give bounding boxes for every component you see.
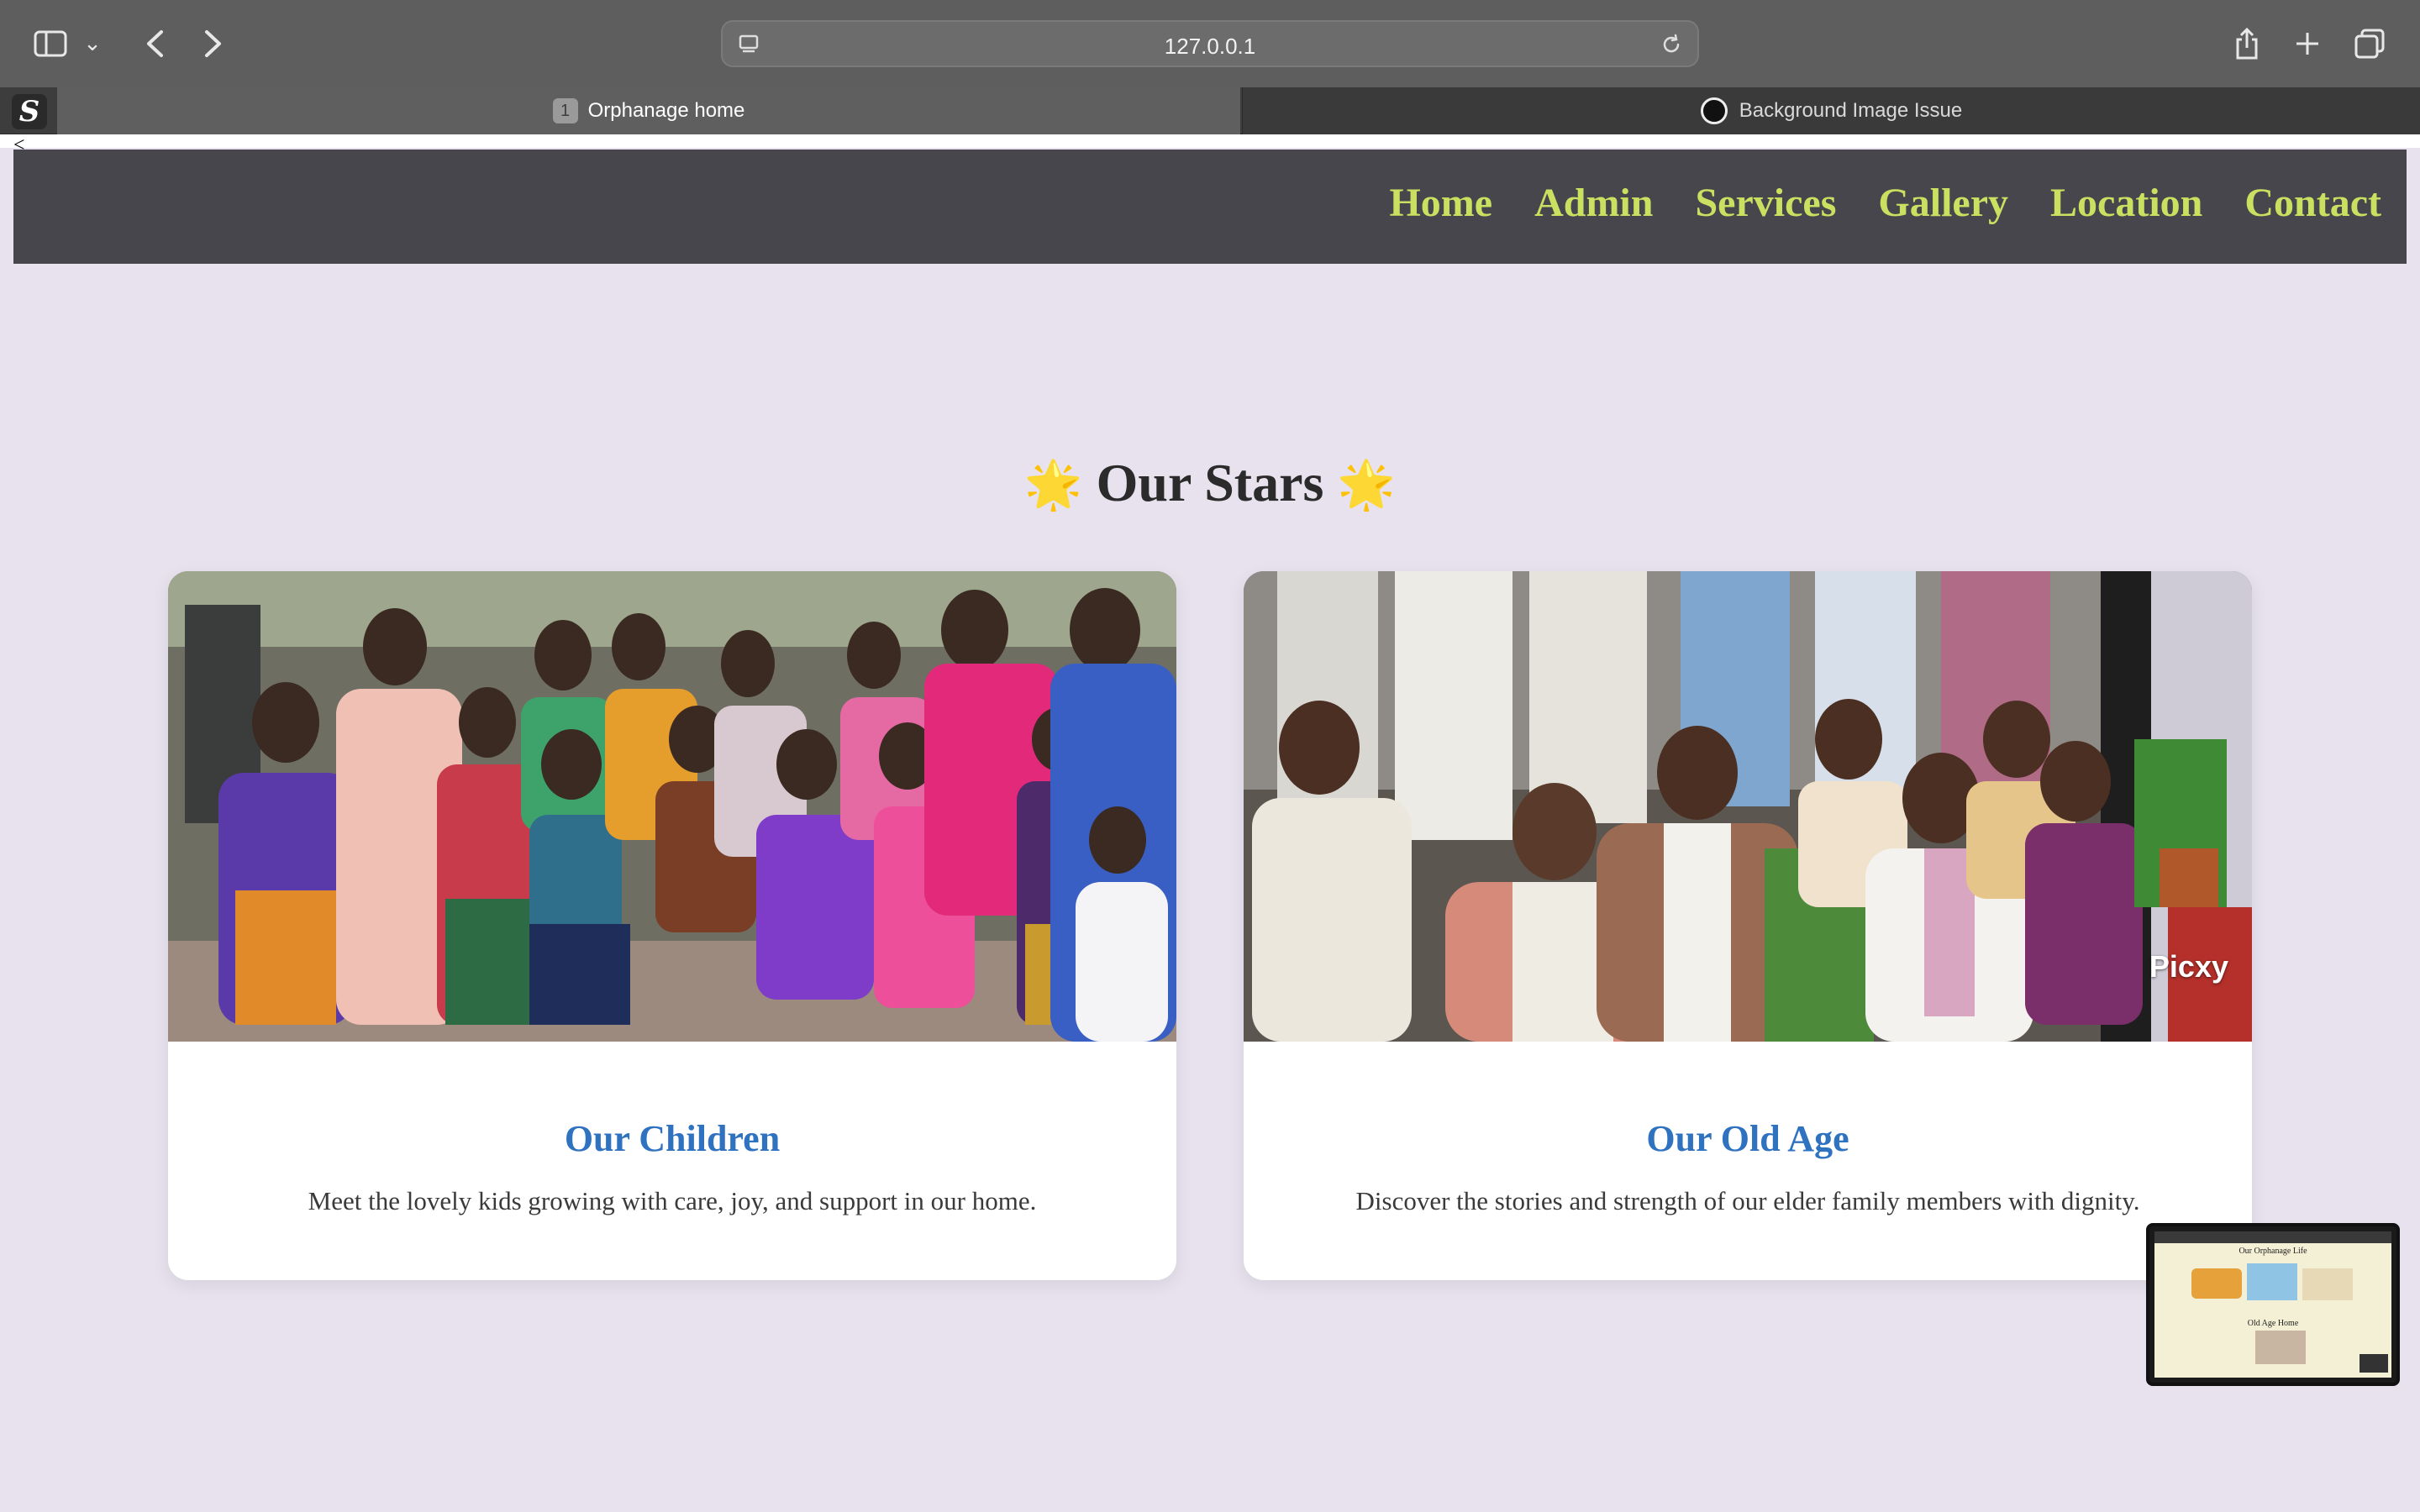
section-title-text: Our Stars (1096, 453, 1324, 512)
card-title[interactable]: Our Children (168, 1117, 1176, 1160)
thumbnail-navbar (2154, 1231, 2391, 1243)
card-description: Discover the stories and strength of our… (1355, 1186, 2140, 1215)
share-icon[interactable] (2223, 20, 2270, 67)
photo-watermark: Picxy (2149, 949, 2228, 984)
card-description: Meet the lovely kids growing with care, … (308, 1186, 1037, 1215)
sidebar-toggle-icon[interactable] (27, 20, 74, 67)
site-navbar: Home Admin Services Gallery Location Con… (13, 150, 2407, 264)
top-strip (0, 134, 2420, 148)
thumbnail-preview: Our Orphanage Life Old Age Home (2154, 1231, 2391, 1378)
forward-arrow-icon[interactable] (190, 20, 237, 67)
chevron-down-icon[interactable]: ⌄ (77, 20, 108, 67)
tab-strip: 1 Orphanage home Background Image Issue (0, 87, 2420, 134)
children-photo (168, 571, 1176, 1042)
nav-gallery[interactable]: Gallery (1878, 180, 2008, 226)
reload-icon[interactable] (1657, 30, 1686, 59)
section-title: 🌟 Our Stars 🌟 (0, 452, 2420, 514)
tab-label: Orphanage home (587, 99, 745, 122)
nav-location[interactable]: Location (2050, 180, 2202, 226)
nav-contact[interactable]: Contact (2244, 180, 2381, 226)
card-title[interactable]: Our Old Age (1244, 1117, 2252, 1160)
extension-logo-icon[interactable]: S (12, 94, 47, 129)
tab-overview-icon[interactable] (2346, 20, 2393, 67)
nav-admin[interactable]: Admin (1534, 180, 1653, 226)
nav-services[interactable]: Services (1695, 180, 1836, 226)
new-tab-icon[interactable] (2284, 20, 2331, 67)
tab-label: Background Image Issue (1739, 99, 1963, 122)
nav-list: Home Admin Services Gallery Location Con… (1389, 180, 2381, 226)
star-icon: 🌟 (1023, 458, 1083, 512)
card-our-old-age[interactable]: Picxy Our Old Age Discover the stories a… (1244, 571, 2252, 1280)
elders-photo: Picxy (1244, 571, 2252, 1042)
tab-orphanage-home[interactable]: 1 Orphanage home (57, 87, 1240, 134)
url-text[interactable]: 127.0.0.1 (723, 34, 1697, 60)
thumbnail-title: Our Orphanage Life (2238, 1247, 2307, 1256)
chatgpt-icon (1700, 97, 1728, 124)
nav-home[interactable]: Home (1389, 180, 1492, 226)
address-bar[interactable]: 127.0.0.1 (721, 20, 1699, 67)
screenshot-thumbnail[interactable]: Our Orphanage Life Old Age Home (2146, 1223, 2400, 1386)
card-our-children[interactable]: Our Children Meet the lovely kids growin… (168, 571, 1176, 1280)
tab-background-image-issue[interactable]: Background Image Issue (1242, 87, 2420, 134)
star-icon: 🌟 (1337, 458, 1397, 512)
thumbnail-subtitle: Old Age Home (2247, 1319, 2299, 1328)
tab-number-badge: 1 (552, 98, 578, 123)
back-arrow-icon[interactable] (131, 20, 178, 67)
browser-toolbar: ⌄ 127.0.0.1 (0, 0, 2420, 87)
